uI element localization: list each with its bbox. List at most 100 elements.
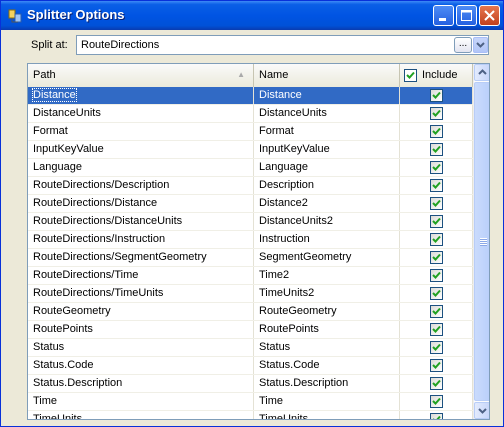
name-cell[interactable]: Time2	[254, 267, 400, 284]
include-cell[interactable]	[400, 123, 473, 140]
include-checkbox[interactable]	[430, 305, 443, 318]
path-cell[interactable]: Time	[28, 393, 254, 410]
name-cell[interactable]: Status.Description	[254, 375, 400, 392]
title-bar[interactable]: Splitter Options	[1, 1, 503, 30]
include-checkbox[interactable]	[430, 233, 443, 246]
table-row[interactable]: RoutePoints RoutePoints	[28, 321, 473, 339]
include-checkbox[interactable]	[430, 143, 443, 156]
path-cell[interactable]: Format	[28, 123, 254, 140]
table-row[interactable]: RouteDirections/Time Time2	[28, 267, 473, 285]
path-cell[interactable]: RouteDirections/Time	[28, 267, 254, 284]
name-cell[interactable]: Language	[254, 159, 400, 176]
scroll-up-button[interactable]	[474, 64, 489, 81]
dropdown-button[interactable]	[473, 37, 488, 53]
include-cell[interactable]	[400, 249, 473, 266]
include-cell[interactable]	[400, 267, 473, 284]
include-checkbox[interactable]	[430, 269, 443, 282]
include-checkbox[interactable]	[430, 341, 443, 354]
scroll-down-button[interactable]	[474, 402, 489, 419]
vertical-scrollbar[interactable]	[473, 64, 489, 419]
split-at-combobox[interactable]: RouteDirections ...	[76, 35, 489, 55]
paths-grid[interactable]: Path ▲ Name Include Distance Distance Dist…	[27, 63, 490, 420]
table-row[interactable]: RouteDirections/TimeUnits TimeUnits2	[28, 285, 473, 303]
name-cell[interactable]: DistanceUnits2	[254, 213, 400, 230]
column-header-name[interactable]: Name	[254, 64, 400, 87]
path-cell[interactable]: RouteDirections/Instruction	[28, 231, 254, 248]
table-row[interactable]: RouteDirections/Description Description	[28, 177, 473, 195]
include-cell[interactable]	[400, 105, 473, 122]
include-checkbox[interactable]	[430, 89, 443, 102]
include-checkbox[interactable]	[430, 161, 443, 174]
include-checkbox[interactable]	[430, 125, 443, 138]
include-cell[interactable]	[400, 303, 473, 320]
include-cell[interactable]	[400, 213, 473, 230]
table-row[interactable]: Language Language	[28, 159, 473, 177]
column-header-include[interactable]: Include	[400, 64, 473, 87]
table-row[interactable]: DistanceUnits DistanceUnits	[28, 105, 473, 123]
table-row[interactable]: TimeUnits TimeUnits	[28, 411, 473, 419]
table-row[interactable]: Distance Distance	[28, 87, 473, 105]
name-cell[interactable]: Instruction	[254, 231, 400, 248]
name-cell[interactable]: Format	[254, 123, 400, 140]
table-row[interactable]: RouteDirections/DistanceUnits DistanceUni…	[28, 213, 473, 231]
maximize-button[interactable]	[456, 5, 477, 26]
include-cell[interactable]	[400, 177, 473, 194]
path-cell[interactable]: Status	[28, 339, 254, 356]
include-cell[interactable]	[400, 321, 473, 338]
close-button[interactable]	[479, 5, 500, 26]
table-row[interactable]: RouteDirections/Distance Distance2	[28, 195, 473, 213]
path-cell[interactable]: RouteDirections/Distance	[28, 195, 254, 212]
name-cell[interactable]: RouteGeometry	[254, 303, 400, 320]
name-cell[interactable]: Description	[254, 177, 400, 194]
path-cell[interactable]: Status.Code	[28, 357, 254, 374]
path-cell[interactable]: Language	[28, 159, 254, 176]
table-row[interactable]: Status Status	[28, 339, 473, 357]
name-cell[interactable]: SegmentGeometry	[254, 249, 400, 266]
minimize-button[interactable]	[433, 5, 454, 26]
name-cell[interactable]: Status.Code	[254, 357, 400, 374]
include-checkbox[interactable]	[430, 359, 443, 372]
scroll-thumb[interactable]	[474, 82, 489, 401]
include-checkbox[interactable]	[430, 215, 443, 228]
include-cell[interactable]	[400, 393, 473, 410]
path-cell[interactable]: RouteDirections/DistanceUnits	[28, 213, 254, 230]
table-row[interactable]: RouteDirections/SegmentGeometry SegmentGe…	[28, 249, 473, 267]
table-row[interactable]: RouteDirections/Instruction Instruction	[28, 231, 473, 249]
include-checkbox[interactable]	[430, 107, 443, 120]
include-cell[interactable]	[400, 159, 473, 176]
name-cell[interactable]: DistanceUnits	[254, 105, 400, 122]
name-cell[interactable]: Distance2	[254, 195, 400, 212]
path-cell[interactable]: InputKeyValue	[28, 141, 254, 158]
path-cell[interactable]: RouteDirections/TimeUnits	[28, 285, 254, 302]
include-checkbox[interactable]	[430, 323, 443, 336]
include-cell[interactable]	[400, 339, 473, 356]
browse-button[interactable]: ...	[454, 37, 472, 53]
name-cell[interactable]: Distance	[254, 87, 400, 104]
include-cell[interactable]	[400, 87, 473, 104]
table-row[interactable]: Time Time	[28, 393, 473, 411]
include-cell[interactable]	[400, 411, 473, 419]
path-cell[interactable]: Distance	[28, 87, 254, 104]
path-cell[interactable]: RouteDirections/Description	[28, 177, 254, 194]
table-row[interactable]: RouteGeometry RouteGeometry	[28, 303, 473, 321]
path-cell[interactable]: RouteGeometry	[28, 303, 254, 320]
name-cell[interactable]: Time	[254, 393, 400, 410]
include-checkbox[interactable]	[430, 413, 443, 419]
include-checkbox[interactable]	[430, 179, 443, 192]
include-cell[interactable]	[400, 195, 473, 212]
include-cell[interactable]	[400, 357, 473, 374]
include-cell[interactable]	[400, 141, 473, 158]
table-row[interactable]: Format Format	[28, 123, 473, 141]
path-cell[interactable]: RouteDirections/SegmentGeometry	[28, 249, 254, 266]
include-checkbox[interactable]	[430, 377, 443, 390]
path-cell[interactable]: Status.Description	[28, 375, 254, 392]
include-checkbox[interactable]	[430, 251, 443, 264]
path-cell[interactable]: TimeUnits	[28, 411, 254, 419]
name-cell[interactable]: TimeUnits	[254, 411, 400, 419]
include-checkbox[interactable]	[430, 197, 443, 210]
name-cell[interactable]: RoutePoints	[254, 321, 400, 338]
column-header-path[interactable]: Path ▲	[28, 64, 254, 87]
include-checkbox[interactable]	[430, 287, 443, 300]
table-row[interactable]: InputKeyValue InputKeyValue	[28, 141, 473, 159]
include-cell[interactable]	[400, 375, 473, 392]
